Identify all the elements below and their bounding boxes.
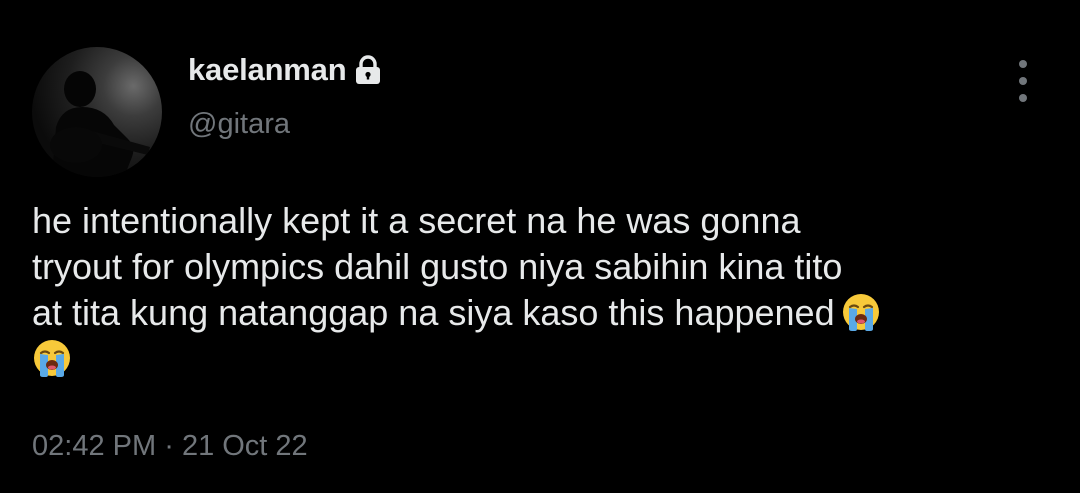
tweet-text-line-3: at tita kung natanggap na siya kaso this…	[32, 292, 835, 333]
avatar-silhouette	[50, 71, 150, 177]
more-vertical-icon-dot	[1019, 94, 1027, 102]
tweet-text: he intentionally kept it a secret na he …	[32, 198, 1042, 382]
tweet-text-line-1: he intentionally kept it a secret na he …	[32, 200, 801, 241]
user-name-row: kaelanman	[188, 50, 382, 90]
more-vertical-icon	[1019, 60, 1027, 68]
tweet-text-line-4	[32, 336, 1042, 382]
avatar[interactable]	[32, 47, 162, 177]
loudly-crying-face-emoji	[34, 340, 70, 377]
display-name[interactable]: kaelanman	[188, 52, 347, 88]
loudly-crying-face-emoji	[842, 294, 879, 331]
timestamp-separator: ·	[164, 430, 174, 462]
tweet-timestamp[interactable]: 02:42 PM · 21 Oct 22	[32, 430, 308, 463]
tweet-time: 02:42 PM	[32, 430, 157, 462]
more-vertical-icon-dot	[1019, 77, 1027, 85]
tweet-text-line-2: tryout for olympics dahil gusto niya sab…	[32, 246, 843, 287]
tweet-card: kaelanman @gitara he intentionally kept …	[0, 0, 1080, 493]
lock-icon	[356, 55, 381, 84]
user-handle[interactable]: @gitara	[188, 108, 290, 141]
more-options-button[interactable]	[1008, 60, 1038, 102]
tweet-text-line-3-wrap: at tita kung natanggap na siya kaso this…	[32, 290, 1042, 336]
tweet-date: 21 Oct 22	[181, 430, 308, 462]
